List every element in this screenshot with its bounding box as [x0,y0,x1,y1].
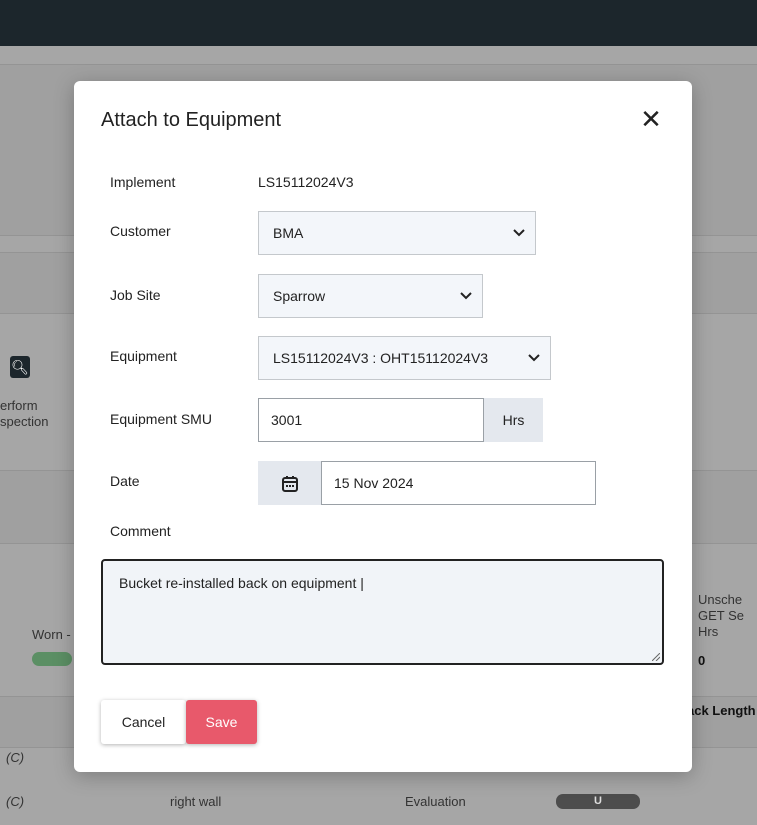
close-icon[interactable]: ✕ [639,106,663,132]
inspection-icon[interactable]: 🔍︎ [10,356,30,378]
cancel-button[interactable]: Cancel [101,700,186,744]
customer-select[interactable]: BMA [258,211,536,255]
customer-select-value: BMA [273,225,304,241]
calendar-button[interactable] [258,461,321,505]
attach-to-equipment-modal: Attach to Equipment ✕ Implement LS151120… [74,81,692,772]
jobsite-select[interactable]: Sparrow [258,274,483,318]
smu-unit-addon: Hrs [484,398,543,442]
crack-length-header: ack Length [687,703,756,718]
perform-inspection-label-1: erform [0,398,38,413]
row-code: (C) [6,794,25,809]
unscheduled-label-3: Hrs [698,624,719,639]
chevron-down-icon [513,212,525,238]
equipment-label: Equipment [110,348,177,364]
calendar-icon [281,475,299,493]
comment-text: Bucket re-installed back on equipment | [119,575,364,591]
date-input[interactable]: 15 Nov 2024 [321,461,596,505]
unscheduled-label-2: GET Se [698,608,745,623]
chevron-down-icon [460,275,472,301]
unscheduled-value: 0 [698,653,706,668]
jobsite-label: Job Site [110,287,161,303]
row-status-badge: U [556,794,640,809]
top-nav-bar [0,0,757,46]
save-button[interactable]: Save [186,700,257,744]
chevron-down-icon [528,337,540,363]
row-location: right wall [170,794,222,809]
smu-label: Equipment SMU [110,411,212,427]
implement-label: Implement [110,174,176,190]
row-type: Evaluation [405,794,466,809]
equipment-select-value: LS15112024V3 : OHT15112024V3 [273,350,489,366]
unscheduled-label-1: Unsche [698,592,743,607]
customer-label: Customer [110,223,171,239]
equipment-select[interactable]: LS15112024V3 : OHT15112024V3 [258,336,551,380]
comment-textarea[interactable]: Bucket re-installed back on equipment | [101,559,664,665]
smu-input[interactable]: 3001 [258,398,484,442]
worn-status-badge [32,652,72,666]
worn-label: Worn - [32,627,71,642]
jobsite-select-value: Sparrow [273,288,326,304]
implement-value: LS15112024V3 [258,174,354,190]
date-label: Date [110,473,140,489]
row-code: (C) [6,750,25,765]
modal-title: Attach to Equipment [101,109,282,131]
comment-label: Comment [110,523,171,539]
perform-inspection-label-2: spection [0,414,49,429]
resize-handle-icon[interactable] [652,653,660,661]
